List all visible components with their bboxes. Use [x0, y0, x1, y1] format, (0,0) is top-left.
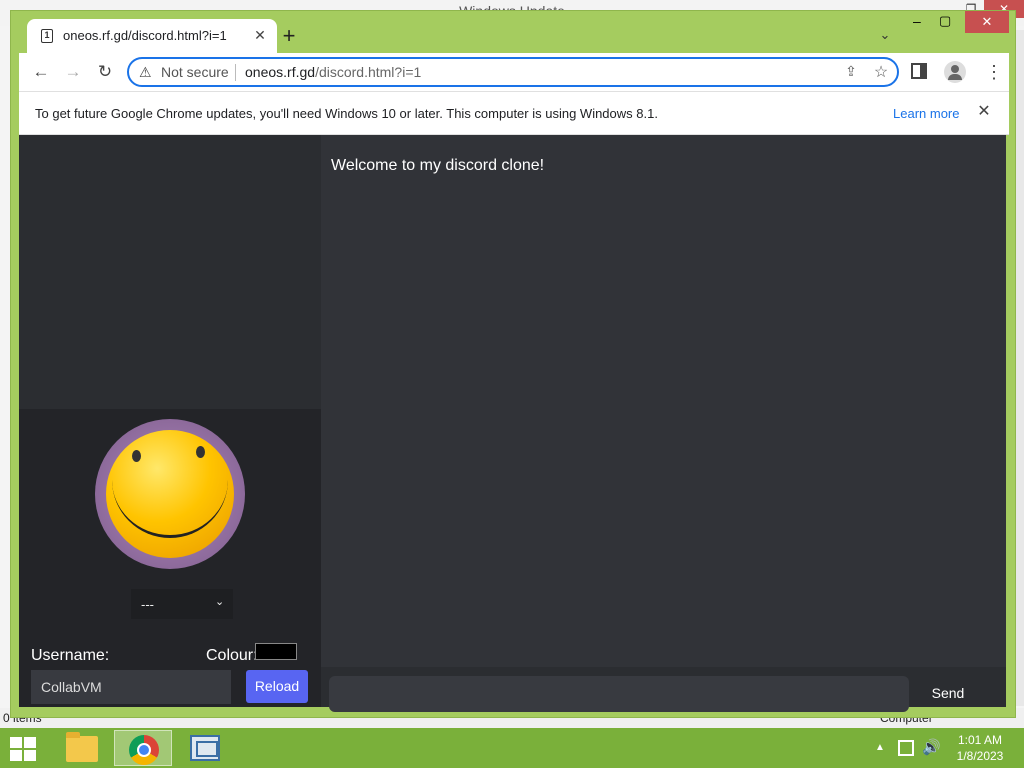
- discord-clone-page: --- ⌄ Username: Colour: CollabVM Reload …: [19, 135, 1006, 712]
- avatar: [95, 419, 245, 569]
- network-icon[interactable]: [898, 740, 914, 756]
- update-infobar: To get future Google Chrome updates, you…: [19, 91, 1009, 135]
- side-panel-icon[interactable]: [911, 63, 927, 79]
- taskbar-file-explorer[interactable]: [52, 730, 110, 766]
- infobar-message: To get future Google Chrome updates, you…: [35, 106, 658, 121]
- chevron-down-icon: ⌄: [215, 596, 225, 608]
- profile-avatar-icon[interactable]: [944, 61, 966, 83]
- username-label: Username:: [31, 647, 110, 664]
- channel-sidebar: [19, 135, 321, 409]
- chrome-window: 1 oneos.rf.gd/discord.html?i=1 ✕ + ⌄ – ▢…: [10, 10, 1016, 718]
- colour-label: Colour:: [206, 647, 258, 664]
- reload-icon[interactable]: ↻: [93, 61, 117, 83]
- message-input[interactable]: [329, 676, 909, 712]
- smiley-mouth: [112, 438, 228, 538]
- tab-strip: 1 oneos.rf.gd/discord.html?i=1 ✕ + ⌄ – ▢…: [11, 11, 1017, 53]
- show-hidden-icons-icon[interactable]: ▲: [875, 742, 885, 753]
- colour-picker[interactable]: [255, 643, 297, 660]
- url-host: oneos.rf.gd: [245, 64, 316, 80]
- learn-more-link[interactable]: Learn more: [893, 106, 959, 121]
- bookmark-star-icon[interactable]: ☆: [871, 62, 891, 82]
- taskbar: ▲ 🔊 1:01 AM 1/8/2023: [0, 728, 1024, 768]
- start-pane-3: [10, 750, 22, 761]
- folder-icon: [66, 732, 98, 762]
- new-tab-icon[interactable]: +: [277, 25, 301, 49]
- tab-title: oneos.rf.gd/discord.html?i=1: [63, 28, 227, 43]
- browser-toolbar: ← → ↻ ⚠ Not secure oneos.rf.gd/discord.h…: [19, 53, 1009, 91]
- start-pane-4: [24, 750, 36, 761]
- kebab-menu-icon[interactable]: ⋮: [985, 61, 1003, 83]
- start-pane-1: [10, 737, 22, 748]
- taskbar-chrome[interactable]: [114, 730, 172, 766]
- username-input[interactable]: CollabVM: [31, 670, 231, 704]
- address-bar[interactable]: ⚠ Not secure oneos.rf.gd/discord.html?i=…: [127, 57, 899, 87]
- windows-start-icon[interactable]: [6, 734, 42, 762]
- clock-date: 1/8/2023: [956, 749, 1004, 763]
- warning-triangle-icon[interactable]: ⚠: [139, 65, 155, 79]
- address-divider: [235, 64, 236, 81]
- security-label[interactable]: Not secure: [161, 64, 229, 80]
- system-clock[interactable]: 1:01 AM 1/8/2023: [950, 732, 1010, 764]
- maximize-icon[interactable]: ▢: [939, 13, 963, 33]
- url-text[interactable]: oneos.rf.gd/discord.html?i=1: [245, 64, 421, 80]
- url-path: /discord.html?i=1: [315, 64, 422, 80]
- back-arrow-icon[interactable]: ←: [29, 61, 53, 83]
- avatar-select-dropdown[interactable]: --- ⌄: [131, 589, 233, 619]
- window-close-icon[interactable]: ✕: [965, 11, 1009, 33]
- chrome-icon: [129, 735, 159, 765]
- volume-icon[interactable]: 🔊: [922, 738, 941, 756]
- taskbar-control-panel[interactable]: [176, 730, 234, 766]
- reload-button[interactable]: Reload: [246, 670, 308, 703]
- forward-arrow-icon[interactable]: →: [61, 61, 85, 83]
- browser-tab[interactable]: 1 oneos.rf.gd/discord.html?i=1 ✕: [27, 19, 277, 53]
- tab-close-icon[interactable]: ✕: [251, 26, 269, 44]
- infobar-close-icon[interactable]: ✕: [975, 103, 993, 121]
- control-panel-icon: [190, 735, 220, 761]
- page-favicon-icon: 1: [41, 29, 53, 43]
- smiley-face-icon: [106, 430, 234, 558]
- clock-time: 1:01 AM: [957, 733, 1003, 747]
- tab-search-icon[interactable]: ⌄: [875, 27, 895, 47]
- share-icon[interactable]: ⇪: [841, 63, 861, 83]
- avatar-select-value: ---: [141, 597, 154, 612]
- minimize-icon[interactable]: –: [913, 13, 937, 33]
- start-pane-2: [24, 737, 36, 748]
- send-button[interactable]: Send: [925, 685, 971, 705]
- welcome-message: Welcome to my discord clone!: [331, 157, 545, 174]
